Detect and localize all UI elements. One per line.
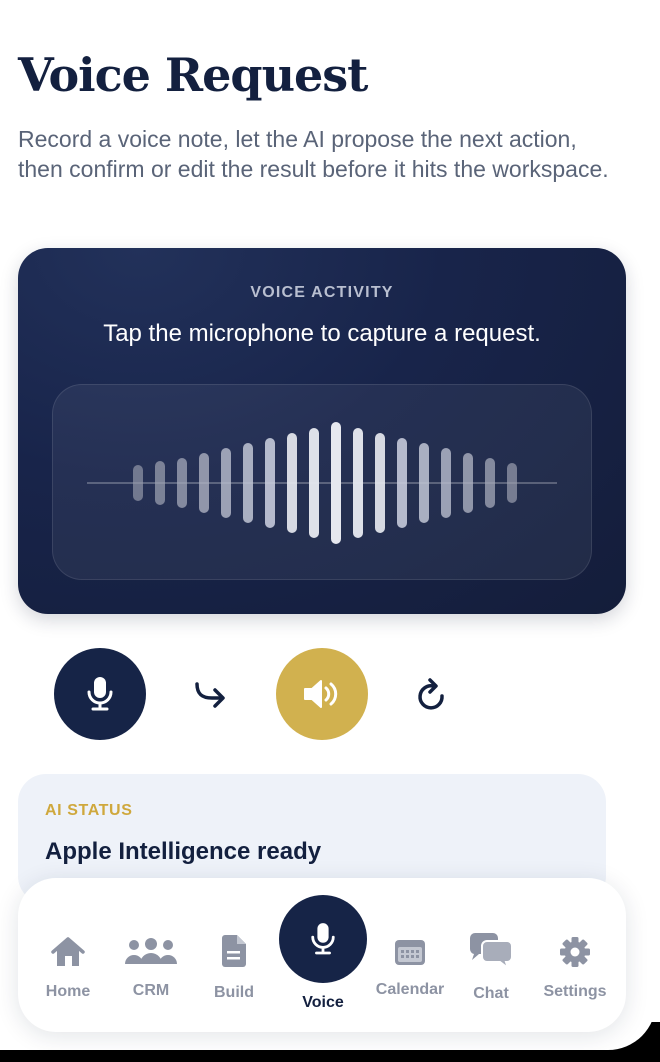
waveform-bar xyxy=(507,463,517,503)
tab-voice-highlight xyxy=(279,895,367,983)
waveform-bar xyxy=(133,465,143,501)
ai-status-eyebrow: AI STATUS xyxy=(45,802,133,819)
tab-crm[interactable]: CRM xyxy=(111,878,191,1032)
tab-home[interactable]: Home xyxy=(28,878,108,1032)
tab-label-settings: Settings xyxy=(543,983,607,1000)
gear-icon xyxy=(560,937,590,967)
calendar-icon xyxy=(395,940,425,965)
waveform-bar xyxy=(331,422,341,544)
page-subtitle: Record a voice note, let the AI propose … xyxy=(18,126,609,182)
waveform-panel xyxy=(52,384,592,580)
document-icon xyxy=(222,935,246,967)
tab-calendar[interactable]: Calendar xyxy=(368,878,452,1032)
ai-status-text: Apple Intelligence ready xyxy=(45,838,322,865)
waveform-bar xyxy=(397,437,407,529)
voice-activity-card: VOICE ACTIVITY Tap the microphone to cap… xyxy=(18,248,626,614)
tab-label-calendar: Calendar xyxy=(375,981,445,998)
waveform-bars xyxy=(53,385,593,581)
waveform-bar xyxy=(199,452,209,514)
waveform-bar xyxy=(375,433,385,533)
voice-activity-prompt: Tap the microphone to capture a request. xyxy=(103,320,541,347)
tab-label-home: Home xyxy=(45,983,91,1000)
arrow-forward-icon[interactable] xyxy=(192,678,228,710)
waveform-bar xyxy=(441,447,451,519)
speaker-icon xyxy=(304,680,338,708)
waveform-bar xyxy=(463,452,473,514)
microphone-icon xyxy=(87,677,113,711)
voice-activity-eyebrow: VOICE ACTIVITY xyxy=(250,284,394,301)
waveform-bar xyxy=(419,442,429,524)
waveform-bar xyxy=(243,442,253,524)
waveform-bar xyxy=(177,457,187,509)
tab-label-crm: CRM xyxy=(132,982,170,999)
tab-chat[interactable]: Chat xyxy=(453,878,529,1032)
playback-button[interactable] xyxy=(276,648,368,740)
tab-label-voice: Voice xyxy=(302,994,344,1011)
tab-build[interactable]: Build xyxy=(196,878,272,1032)
page-title: Voice Request xyxy=(18,48,368,102)
waveform-bar xyxy=(309,428,319,538)
tab-voice[interactable]: Voice xyxy=(276,878,370,1032)
microphone-icon xyxy=(311,923,335,955)
tab-settings[interactable]: Settings xyxy=(533,878,617,1032)
home-icon xyxy=(51,937,85,966)
voice-controls xyxy=(0,648,660,740)
tab-label-chat: Chat xyxy=(473,985,509,1002)
tab-bar: Home CRM Build Voice Calendar Chat Setti… xyxy=(18,878,626,1032)
tab-label-build: Build xyxy=(214,984,254,1001)
waveform-bar xyxy=(265,437,275,529)
waveform-bar xyxy=(353,428,363,538)
waveform-bar xyxy=(287,433,297,533)
waveform-bar xyxy=(155,461,165,505)
people-icon xyxy=(125,938,177,964)
chat-bubbles-icon xyxy=(469,933,513,970)
waveform-bar xyxy=(485,457,495,509)
record-button[interactable] xyxy=(54,648,146,740)
refresh-icon[interactable] xyxy=(416,678,448,712)
waveform-bar xyxy=(221,447,231,519)
